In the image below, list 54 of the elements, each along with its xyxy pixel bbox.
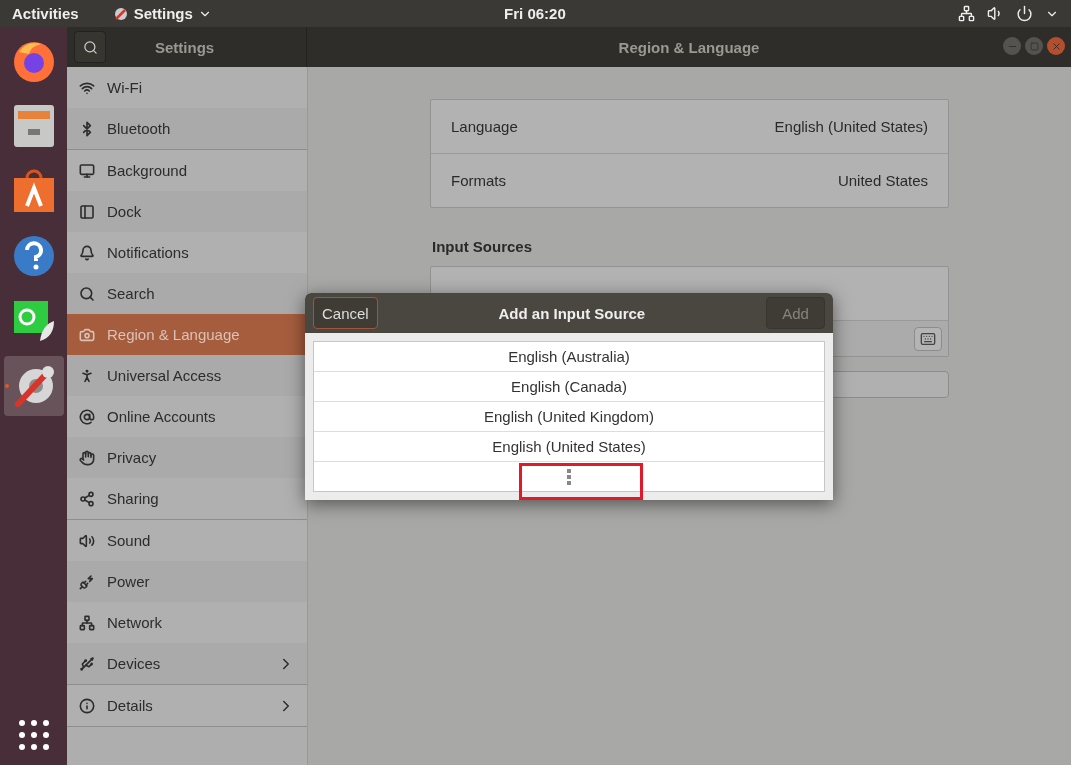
list-item[interactable]: English (United Kingdom) (314, 402, 824, 432)
keyboard-button[interactable] (914, 326, 942, 351)
window-title: Region & Language (618, 38, 760, 56)
maximize-icon (1029, 41, 1039, 51)
sidebar-item[interactable]: Privacy (67, 437, 307, 478)
list-item[interactable]: English (Canada) (314, 372, 824, 402)
search-icon (79, 285, 95, 302)
running-dot (4, 384, 9, 388)
clock[interactable]: Fri 06:20 (211, 5, 858, 22)
bell-icon (79, 244, 95, 261)
close-button[interactable] (1047, 37, 1065, 55)
camera-icon (79, 326, 95, 343)
sidebar-item[interactable]: Bluetooth (67, 108, 307, 149)
shopping-bag-icon (11, 168, 56, 214)
hand-icon (79, 449, 95, 466)
row-label: Language (451, 118, 518, 135)
network-icon (79, 614, 95, 631)
close-icon (1050, 40, 1062, 52)
plug-icon (79, 573, 95, 590)
keyboard-icon (920, 330, 936, 347)
speaker-icon (79, 532, 95, 549)
person-icon (79, 367, 95, 384)
at-sign-icon (79, 408, 95, 425)
row-value[interactable]: United States (837, 172, 928, 189)
dialog-title: Add an Input Source (498, 304, 646, 322)
section-heading: Input Sources (432, 238, 533, 255)
list-item[interactable]: English (Australia) (314, 342, 824, 372)
help-icon (11, 234, 56, 278)
usb-icon (79, 655, 95, 672)
sidebar-item[interactable]: Power (67, 561, 307, 602)
app-menu[interactable]: Settings (112, 5, 212, 22)
sidebar-item[interactable]: Dock (67, 191, 307, 232)
sidebar-title: Settings (155, 38, 215, 56)
search-icon (82, 39, 98, 55)
dock-item[interactable] (3, 356, 64, 416)
sidebar-item[interactable]: Devices (67, 643, 307, 684)
sidebar-item[interactable]: Universal Access (67, 355, 307, 396)
row-label: Formats (451, 172, 506, 189)
file-cabinet-icon (11, 103, 56, 149)
activities-button[interactable]: Activities (12, 5, 79, 22)
list-item[interactable]: English (United States) (314, 432, 824, 462)
cancel-button[interactable]: Cancel (313, 297, 378, 329)
more-icon[interactable] (567, 468, 571, 485)
search-button[interactable] (74, 31, 106, 63)
info-icon (79, 697, 95, 714)
app-grid-icon[interactable] (17, 719, 50, 751)
monitor-icon (79, 162, 95, 179)
share-icon (79, 490, 95, 507)
leaf-square-icon (11, 299, 56, 343)
power-icon[interactable] (1016, 5, 1033, 22)
sidebar-item[interactable]: Search (67, 273, 307, 314)
network-icon[interactable] (958, 5, 975, 22)
row-value[interactable]: English (United States) (774, 118, 928, 135)
dock-icon (79, 203, 95, 220)
